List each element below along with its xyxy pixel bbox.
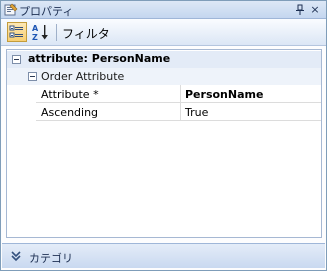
group-label: attribute: PersonName [28,52,171,65]
group-row-attribute[interactable]: attribute: PersonName [7,51,321,68]
alphabetical-sort-button[interactable]: A Z [31,22,51,42]
svg-text:Z: Z [32,33,38,42]
properties-window: プロパティ × A Z フィルタ attribute: PersonName O… [0,0,327,271]
window-title: プロパティ [19,5,74,18]
property-value[interactable]: PersonName [185,88,263,101]
column-divider[interactable] [180,103,181,121]
toolbar-separator [56,24,57,41]
category-label: カテゴリ [29,252,73,265]
category-panel-header[interactable]: カテゴリ [2,243,325,268]
property-grid: attribute: PersonName Order Attribute At… [6,49,322,238]
property-row-ascending[interactable]: Ascending True [36,103,321,121]
filter-button[interactable]: フィルタ [62,25,110,42]
property-value[interactable]: True [185,106,208,119]
subgroup-row-order-attribute[interactable]: Order Attribute [7,68,321,85]
subgroup-label: Order Attribute [41,70,125,83]
categorized-icon [9,25,23,38]
column-divider[interactable] [180,85,181,103]
properties-icon [4,3,18,16]
svg-text:A: A [32,24,39,33]
property-row-attribute[interactable]: Attribute * PersonName [36,85,321,103]
property-name: Ascending [41,106,99,119]
chevron-double-down-icon[interactable] [10,250,22,262]
collapse-icon[interactable] [28,72,37,81]
categorized-view-button[interactable] [7,22,27,42]
toolbar: A Z フィルタ [1,19,326,46]
property-name: Attribute * [41,88,99,101]
title-bar: プロパティ × [1,1,326,19]
sort-az-icon: A Z [32,24,48,42]
collapse-icon[interactable] [12,55,21,64]
close-icon[interactable]: × [308,2,322,17]
pin-icon[interactable] [293,2,307,17]
